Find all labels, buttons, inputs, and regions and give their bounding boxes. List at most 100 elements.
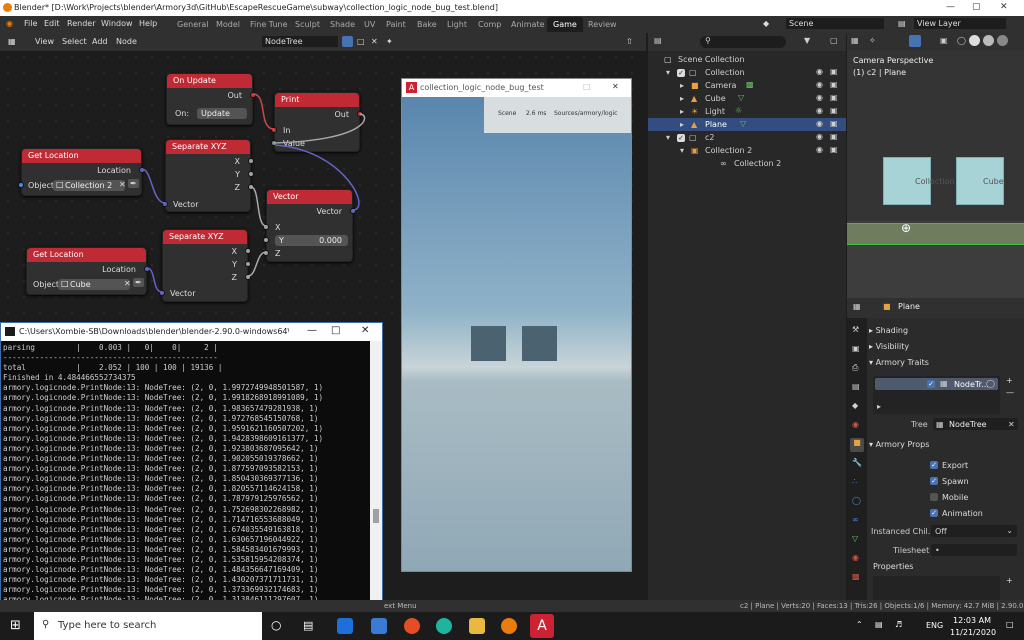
output-socket[interactable] <box>245 248 251 254</box>
outliner-row-collection-2-link[interactable]: ∞ Collection 2 <box>648 157 846 170</box>
stats-scene[interactable]: Scene <box>498 110 516 117</box>
duplicate-icon[interactable]: □ <box>357 37 365 46</box>
exclude-checkbox[interactable]: ✓ <box>677 134 685 142</box>
outliner-row-c2[interactable]: ▾ ✓ ▢ c2 ◉ ▣ <box>648 131 846 144</box>
list-expand-icon[interactable]: ▸ <box>877 402 881 411</box>
tab-model[interactable]: Model <box>210 17 246 32</box>
input-socket[interactable] <box>162 201 168 207</box>
scene-icon[interactable]: ◆ <box>852 401 858 410</box>
console-scrollbar[interactable] <box>370 341 382 611</box>
world-icon[interactable]: ◉ <box>852 420 859 429</box>
stats-sources[interactable]: Sources/armory/logic <box>554 110 617 117</box>
properties-editor[interactable]: ▦ ■ Plane ⚒ ▣ ⎙ ▤ ◆ ◉ ■ 🔧 ∴ ◯ ∞ ▽ ◉ ▩ ▸ … <box>847 298 1024 612</box>
expand-icon[interactable]: ▸ <box>680 107 684 116</box>
node-tree-selector[interactable]: NodeTree <box>262 36 338 47</box>
outliner-row-cube[interactable]: ▸ ▲ Cube ▽ ◉ ▣ <box>648 92 846 105</box>
on-event-dropdown[interactable]: Update <box>197 108 247 119</box>
task-view-icon[interactable]: ▤ <box>303 619 313 632</box>
add-trait-icon[interactable]: + <box>1006 376 1013 385</box>
modifier-icon[interactable]: 🔧 <box>852 458 862 467</box>
exclude-checkbox[interactable]: ✓ <box>677 69 685 77</box>
menu-help[interactable]: Help <box>139 19 157 28</box>
close-icon[interactable]: ✕ <box>612 82 619 91</box>
shield-icon[interactable]: ◯ <box>986 379 995 388</box>
camera-render-icon[interactable]: ▣ <box>830 132 838 141</box>
export-checkbox[interactable]: ✓ <box>930 461 938 469</box>
tool-icon[interactable]: ⚒ <box>852 325 859 334</box>
node-get-location-2[interactable]: Get Location Location Object Cube □ ✕ ✒ <box>26 247 150 295</box>
node-print[interactable]: Print Out In Value <box>271 92 363 152</box>
tab-sculpt[interactable]: Sculpt <box>289 17 326 32</box>
clock-time[interactable]: 12:03 AM <box>953 616 991 625</box>
constraints-icon[interactable]: ∞ <box>852 515 859 524</box>
3d-cursor-icon[interactable]: ⊕ <box>901 221 911 235</box>
camera-render-icon[interactable]: ▣ <box>830 106 838 115</box>
node-separate-xyz-1[interactable]: Separate XYZ X Y Z Vector <box>162 139 254 212</box>
output-socket[interactable] <box>245 274 251 280</box>
section-visibility[interactable]: ▸ Visibility <box>869 342 909 351</box>
output-socket[interactable] <box>144 266 150 272</box>
editor-type-icon[interactable]: ▦ <box>851 36 859 45</box>
eyedropper-icon[interactable]: ✒ <box>128 179 139 188</box>
camera-render-icon[interactable]: ▣ <box>830 67 838 76</box>
output-socket[interactable] <box>248 184 254 190</box>
eye-icon[interactable]: ◉ <box>816 93 823 102</box>
notifications-icon[interactable]: □ <box>1006 620 1014 629</box>
spawn-checkbox[interactable]: ✓ <box>930 477 938 485</box>
output-socket[interactable] <box>248 158 254 164</box>
y-value-field[interactable]: Y 0.000 <box>275 235 348 246</box>
input-socket[interactable] <box>263 250 269 256</box>
outliner-search-input[interactable] <box>700 36 786 48</box>
menu-edit[interactable]: Edit <box>44 19 60 28</box>
menu-node[interactable]: Node <box>116 37 137 46</box>
new-collection-icon[interactable]: ▢ <box>830 36 838 45</box>
clear-icon[interactable]: ✕ <box>124 279 131 288</box>
node-get-location-1[interactable]: Get Location Location Object Collection … <box>18 148 145 196</box>
trait-row[interactable]: ✓ ▦ NodeTr... ◯ <box>875 378 998 390</box>
material-shading-icon[interactable] <box>983 35 994 46</box>
outliner-row-light[interactable]: ▸ ☀ Light ☼ ◉ ▣ <box>648 105 846 118</box>
solid-shading-icon[interactable] <box>969 35 980 46</box>
editor-type-icon[interactable]: ▤ <box>654 36 662 45</box>
firefox-icon[interactable] <box>404 618 420 634</box>
mobile-checkbox[interactable] <box>930 493 938 501</box>
section-armory-props[interactable]: ▾ Armory Props <box>869 440 929 449</box>
section-shading[interactable]: ▸ Shading <box>869 326 908 335</box>
editor-type-icon[interactable]: ▦ <box>853 302 861 311</box>
tray-chevron-icon[interactable]: ⌃ <box>856 620 863 629</box>
clear-icon[interactable]: ✕ <box>119 180 126 189</box>
rendered-shading-icon[interactable] <box>997 35 1008 46</box>
maximize-icon[interactable]: □ <box>331 325 340 336</box>
clear-icon[interactable]: ✕ <box>1008 420 1015 429</box>
close-icon[interactable]: ✕ <box>1000 2 1008 12</box>
eye-icon[interactable]: ◉ <box>816 67 823 76</box>
eye-icon[interactable]: ◉ <box>816 119 823 128</box>
menu-add[interactable]: Add <box>92 37 108 46</box>
expand-icon[interactable]: ▸ <box>680 120 684 129</box>
volume-icon[interactable]: ♬ <box>895 620 902 629</box>
minimize-icon[interactable]: — <box>946 2 955 12</box>
input-socket[interactable] <box>159 290 165 296</box>
output-socket[interactable] <box>250 92 256 98</box>
console-window[interactable]: C:\Users\Xombie-SB\Downloads\blender\ble… <box>0 322 383 612</box>
tree-selector[interactable]: ▦ NodeTree ✕ <box>933 418 1018 430</box>
input-socket[interactable] <box>271 127 277 133</box>
expand-icon[interactable]: ▾ <box>680 146 684 155</box>
armory-taskbar-icon[interactable]: A <box>530 614 554 638</box>
output-socket[interactable] <box>350 208 356 214</box>
data-icon[interactable]: ▽ <box>852 534 858 543</box>
output-icon[interactable]: ⎙ <box>852 363 858 373</box>
menu-view[interactable]: View <box>35 37 54 46</box>
tilesheet-field[interactable]: • <box>931 544 1017 556</box>
physics-icon[interactable]: ◯ <box>852 496 861 505</box>
outliner-row-collection[interactable]: ▾ ✓ ▢ Collection ◉ ▣ <box>648 66 846 79</box>
edge-icon[interactable] <box>436 618 452 634</box>
expand-icon[interactable]: ▸ <box>680 81 684 90</box>
menu-window[interactable]: Window <box>101 19 133 28</box>
wireframe-shading-icon[interactable]: ◯ <box>957 36 966 45</box>
blender-menu-icon[interactable]: ◉ <box>6 19 13 28</box>
outliner-row-plane[interactable]: ▸ ▲ Plane ▽ ◉ ▣ <box>648 118 846 131</box>
menu-select[interactable]: Select <box>62 37 87 46</box>
pin-icon[interactable]: ✦ <box>386 37 393 46</box>
taskbar-search-input[interactable]: ⚲ Type here to search <box>34 612 262 640</box>
